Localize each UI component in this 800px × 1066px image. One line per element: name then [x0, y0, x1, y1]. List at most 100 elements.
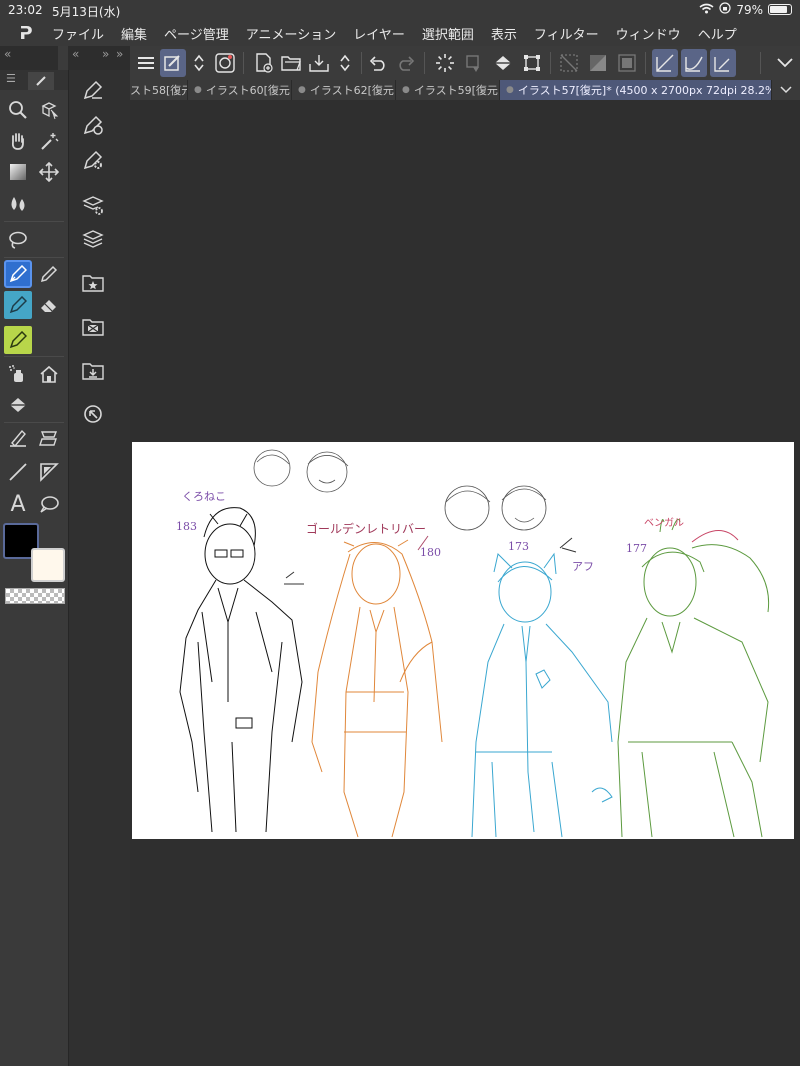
favorite-folder-icon[interactable]	[80, 270, 106, 296]
transform-dim-icon[interactable]	[461, 49, 487, 77]
line-tool-icon[interactable]	[4, 458, 32, 486]
palette-tab-pen-icon[interactable]	[28, 72, 54, 90]
layers-icon[interactable]	[80, 226, 106, 252]
expand-right-icon-2[interactable]: »	[116, 47, 123, 61]
menu-filter[interactable]: フィルター	[534, 24, 599, 43]
frame-border-icon[interactable]	[35, 424, 63, 452]
ios-status-bar: 23:02 5月13日(水) 79%	[0, 0, 800, 20]
updown-arrows-icon[interactable]	[186, 49, 212, 77]
tab-illust-58[interactable]: スト58[復元	[130, 80, 188, 100]
palette-menu-icon[interactable]: ☰	[6, 72, 16, 85]
loading-spinner-icon[interactable]	[432, 49, 458, 77]
tool-divider	[4, 356, 64, 357]
collapse-left-icon[interactable]: «	[4, 47, 11, 61]
figure-house-icon[interactable]	[35, 360, 63, 388]
more-chevron-down-icon[interactable]	[772, 49, 798, 77]
fill-bucket-icon[interactable]	[490, 49, 516, 77]
status-right: 79%	[699, 2, 792, 17]
tool-divider	[4, 257, 64, 258]
status-time: 23:02	[8, 3, 43, 17]
menu-bar: ᕈ ファイル 編集 ページ管理 アニメーション レイヤー 選択範囲 表示 フィル…	[0, 20, 800, 46]
magic-wand-icon[interactable]	[35, 127, 63, 155]
material-folder-icon[interactable]	[80, 314, 106, 340]
figure-green-bengal-man	[617, 518, 770, 838]
undo-icon[interactable]	[365, 49, 391, 77]
expand-right-icon[interactable]: »	[102, 47, 109, 61]
menu-file[interactable]: ファイル	[52, 24, 104, 43]
battery-icon	[768, 4, 792, 15]
selection-border-icon[interactable]	[614, 49, 640, 77]
wifi-icon	[699, 3, 714, 17]
eraser-tool-icon[interactable]	[35, 291, 63, 319]
grid-snap-icon[interactable]	[710, 49, 736, 77]
tab-list-chevron-down-icon[interactable]	[772, 80, 800, 100]
ruler-snap-icon[interactable]	[652, 49, 678, 77]
tab-dot-icon: ●	[194, 85, 202, 95]
zoom-magnifier-icon[interactable]	[4, 96, 32, 124]
gradient-tool-icon[interactable]	[4, 424, 32, 452]
status-date: 5月13日(水)	[52, 5, 121, 19]
tab-illust-57-active[interactable]: ● イラスト57[復元]* (4500 x 2700px 72dpi 28.2%)	[500, 80, 772, 100]
lasso-icon[interactable]	[4, 226, 32, 254]
pencil-tool-icon[interactable]	[35, 260, 63, 288]
save-icon[interactable]	[306, 49, 332, 77]
menu-animation[interactable]: アニメーション	[246, 24, 336, 43]
menu-list-icon[interactable]	[133, 49, 159, 77]
figure-cyan-cat-boy	[471, 552, 613, 838]
chibi-heads-left	[253, 449, 349, 493]
tab-illust-59[interactable]: ● イラスト59[復元	[396, 80, 500, 100]
tab-illust-60[interactable]: ● イラスト60[復元	[188, 80, 292, 100]
menu-edit[interactable]: 編集	[121, 24, 147, 43]
ruler-tool-icon[interactable]	[35, 458, 63, 486]
pen-gear-icon[interactable]	[80, 147, 106, 173]
curve-snap-icon[interactable]	[681, 49, 707, 77]
brush-tool-icon[interactable]	[4, 291, 32, 319]
menu-page-management[interactable]: ページ管理	[164, 24, 229, 43]
move-layer-icon[interactable]	[35, 158, 63, 186]
marquee-select-icon[interactable]	[4, 158, 32, 186]
fill-tool-icon[interactable]	[4, 391, 32, 419]
collapse-left-icon-2[interactable]: «	[72, 47, 79, 61]
new-file-icon[interactable]	[251, 49, 277, 77]
pen-tool-icon[interactable]	[4, 260, 32, 288]
download-folder-icon[interactable]	[80, 358, 106, 384]
subtool-palette	[68, 70, 130, 1066]
eyedropper-drops-icon[interactable]	[4, 190, 32, 218]
transparent-color-swatch[interactable]	[5, 588, 65, 604]
battery-percent: 79%	[736, 2, 763, 17]
text-tool-icon[interactable]: A	[4, 490, 32, 518]
tab-label: スト58[復元	[130, 84, 188, 97]
drawing-canvas[interactable]: くろねこ 183 ゴールデンレトリバー 180 173 177 ベンガル アフ	[132, 442, 794, 839]
open-folder-icon[interactable]	[278, 49, 304, 77]
note-height-173: 173	[508, 540, 529, 553]
menu-window[interactable]: ウィンドウ	[616, 24, 681, 43]
menu-selection[interactable]: 選択範囲	[422, 24, 474, 43]
tab-illust-62[interactable]: ● イラスト62[復元	[292, 80, 396, 100]
decoration-tool-icon[interactable]	[4, 326, 32, 354]
edit-layer-icon[interactable]	[160, 49, 186, 77]
layer-settings-icon[interactable]	[80, 192, 106, 218]
companion-mode-icon[interactable]	[212, 49, 238, 77]
menu-layer[interactable]: レイヤー	[353, 24, 405, 43]
sub-color-swatch[interactable]	[31, 548, 65, 582]
menu-view[interactable]: 表示	[491, 24, 517, 43]
tool-divider	[4, 422, 64, 423]
hand-move-icon[interactable]	[4, 127, 32, 155]
pen-subtool-icon[interactable]	[80, 77, 106, 103]
clip-studio-logo-icon[interactable]: ᕈ	[0, 23, 52, 44]
menu-help[interactable]: ヘルプ	[698, 24, 737, 43]
tab-label: イラスト60[復元	[205, 84, 290, 97]
updown-arrows-icon-2[interactable]	[332, 49, 358, 77]
object-select-icon[interactable]	[35, 96, 63, 124]
balloon-tool-icon[interactable]	[35, 490, 63, 518]
clear-selection-icon[interactable]	[556, 49, 582, 77]
airbrush-tool-icon[interactable]	[4, 360, 32, 388]
pen-settings-icon[interactable]	[80, 112, 106, 138]
invert-selection-icon[interactable]	[585, 49, 611, 77]
note-kuroneko: くろねこ	[182, 490, 226, 503]
navigator-icon[interactable]	[80, 401, 106, 427]
toolbar-divider-4	[550, 52, 551, 74]
redo-icon[interactable]	[393, 49, 419, 77]
transform-icon[interactable]	[519, 49, 545, 77]
tab-dot-icon: ●	[298, 85, 306, 95]
